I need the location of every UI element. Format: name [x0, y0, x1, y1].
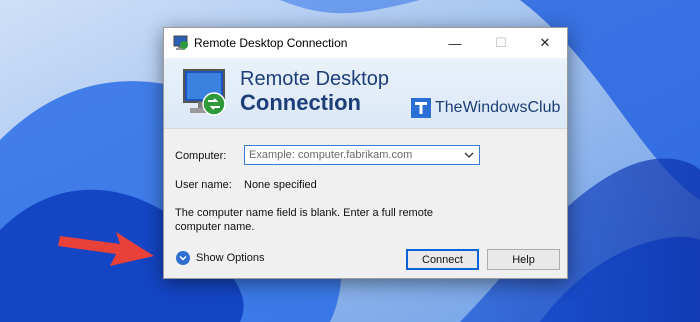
- maximize-button[interactable]: ☐: [478, 28, 524, 58]
- show-options-label[interactable]: Show Options: [196, 252, 264, 264]
- monitor-icon: [183, 69, 226, 116]
- remote-desktop-icon: [173, 35, 188, 50]
- window-title: Remote Desktop Connection: [194, 36, 348, 50]
- status-message: The computer name field is blank. Enter …: [175, 207, 434, 233]
- title-bar[interactable]: Remote Desktop Connection — ☐ ✕: [164, 28, 567, 58]
- watermark-text: TheWindowsClub: [435, 99, 561, 116]
- watermark-logo-icon: [411, 98, 431, 118]
- remote-desktop-window: Remote Desktop Connection — ☐ ✕ Remote D…: [163, 27, 568, 279]
- header-banner: Remote Desktop Connection TheWindowsClub: [164, 58, 567, 129]
- computer-combobox[interactable]: [244, 145, 480, 165]
- connect-button[interactable]: Connect: [406, 249, 479, 270]
- watermark: TheWindowsClub: [411, 98, 560, 118]
- username-value: None specified: [244, 179, 317, 191]
- banner-title-line1: Remote Desktop: [240, 68, 389, 90]
- minimize-button[interactable]: —: [432, 28, 478, 58]
- help-button[interactable]: Help: [487, 249, 560, 270]
- red-arrow-annotation: [58, 232, 154, 266]
- chevron-down-icon[interactable]: [463, 149, 475, 161]
- computer-label: Computer:: [175, 150, 227, 162]
- show-options-toggle[interactable]: Show Options: [176, 251, 264, 265]
- username-label: User name:: [175, 179, 232, 191]
- close-button[interactable]: ✕: [522, 28, 568, 58]
- computer-input[interactable]: [247, 147, 451, 163]
- banner-title-line2: Connection: [240, 90, 361, 115]
- chevron-down-circle-icon[interactable]: [176, 251, 190, 265]
